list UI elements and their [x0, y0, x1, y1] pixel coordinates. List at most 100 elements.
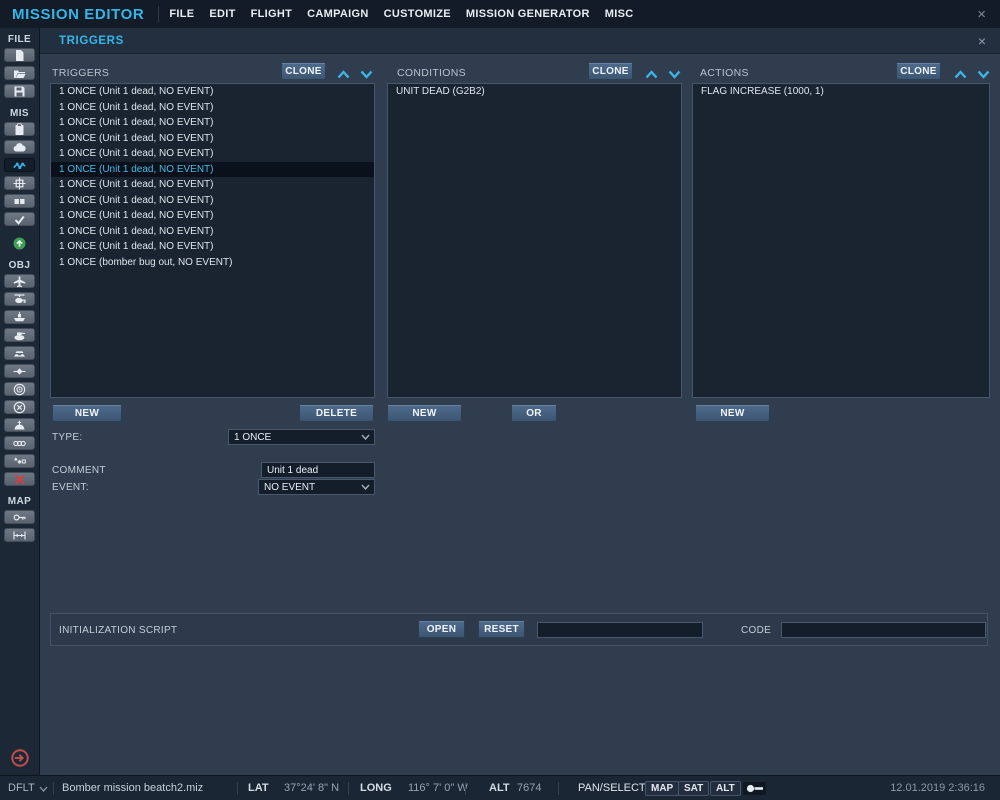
condition-new-button[interactable]: NEW	[387, 405, 462, 422]
list-item[interactable]: 1 ONCE (Unit 1 dead, NO EVENT)	[51, 115, 374, 131]
goals-check-button[interactable]	[4, 212, 35, 226]
triggers-panel-header: TRIGGERS ×	[40, 28, 1000, 54]
initialization-script-strip: INITIALIZATION SCRIPT OPEN RESET CODE	[50, 613, 988, 646]
menu-flight[interactable]: FLIGHT	[251, 8, 293, 20]
panel-close-icon[interactable]: ×	[978, 33, 986, 49]
triggers-move-up-button[interactable]	[336, 67, 351, 78]
profile-select[interactable]: DFLT	[8, 776, 48, 800]
event-select[interactable]: NO EVENT	[258, 479, 375, 495]
weather-button[interactable]	[4, 140, 35, 154]
menu-misc[interactable]: MISC	[605, 8, 634, 20]
briefing-icon	[13, 123, 26, 136]
save-button[interactable]	[4, 84, 35, 98]
list-item[interactable]: 1 ONCE (Unit 1 dead, NO EVENT)	[51, 162, 374, 178]
list-item[interactable]: 1 ONCE (Unit 1 dead, NO EVENT)	[51, 146, 374, 162]
failures-button[interactable]	[4, 194, 35, 208]
menu-edit[interactable]: EDIT	[209, 8, 235, 20]
ship-button[interactable]	[4, 310, 35, 324]
ground-vehicle-button[interactable]	[4, 328, 35, 342]
trigger-new-button[interactable]: NEW	[52, 405, 122, 422]
exit-icon	[11, 754, 29, 771]
statusbar-divider	[465, 782, 466, 795]
sidebar-items: FILEMISOBJMAP	[0, 28, 39, 546]
farp-button[interactable]	[4, 418, 35, 432]
statusbar-divider	[348, 782, 349, 795]
exit-button[interactable]	[11, 749, 29, 767]
weather-icon	[13, 141, 26, 154]
action-new-button[interactable]: NEW	[695, 405, 770, 422]
template-button[interactable]	[4, 364, 35, 378]
chevron-down-icon	[361, 434, 370, 440]
list-item[interactable]: 1 ONCE (Unit 1 dead, NO EVENT)	[51, 84, 374, 100]
erase-button[interactable]	[4, 472, 35, 486]
open-folder-icon	[13, 67, 26, 80]
list-item[interactable]: 1 ONCE (Unit 1 dead, NO EVENT)	[51, 193, 374, 209]
conditions-move-up-button[interactable]	[644, 67, 659, 78]
list-item[interactable]: 1 ONCE (Unit 1 dead, NO EVENT)	[51, 131, 374, 147]
list-item[interactable]: 1 ONCE (Unit 1 dead, NO EVENT)	[51, 239, 374, 255]
list-item[interactable]: 1 ONCE (Unit 1 dead, NO EVENT)	[51, 208, 374, 224]
static-group-button[interactable]	[4, 346, 35, 360]
erase-icon	[13, 473, 26, 486]
airplane-button[interactable]	[4, 274, 35, 288]
new-file-button[interactable]	[4, 48, 35, 62]
list-item[interactable]: 1 ONCE (Unit 1 dead, NO EVENT)	[51, 100, 374, 116]
menu-customize[interactable]: CUSTOMIZE	[384, 8, 451, 20]
new-file-icon	[13, 49, 26, 62]
code-input[interactable]	[781, 622, 986, 638]
trigger-delete-button[interactable]: DELETE	[299, 405, 374, 422]
conditions-move-down-button[interactable]	[667, 67, 682, 78]
actions-column-label: ACTIONS	[700, 67, 749, 79]
init-reset-button[interactable]: RESET	[478, 621, 525, 638]
event-select-value: NO EVENT	[259, 482, 315, 493]
trigger-zone-button[interactable]	[4, 382, 35, 396]
alt-layer-button[interactable]: ALT	[710, 781, 741, 796]
failures-icon	[13, 195, 26, 208]
mission-editor-window: MISSION EDITOR FILEEDITFLIGHTCAMPAIGNCUS…	[0, 0, 1000, 800]
actions-move-up-button[interactable]	[953, 67, 968, 78]
window-close-icon[interactable]: ×	[977, 7, 986, 22]
start-position-button[interactable]	[11, 235, 28, 252]
init-script-label: INITIALIZATION SCRIPT	[59, 625, 177, 636]
statusbar-divider	[237, 782, 238, 795]
pan-select-mode[interactable]: PAN/SELECT	[578, 776, 646, 800]
ruler-button[interactable]	[4, 528, 35, 542]
open-folder-button[interactable]	[4, 66, 35, 80]
init-open-button[interactable]: OPEN	[418, 621, 465, 638]
actions-clone-button[interactable]: CLONE	[896, 63, 941, 80]
list-item[interactable]: 1 ONCE (bomber bug out, NO EVENT)	[51, 255, 374, 271]
list-item[interactable]: FLAG INCREASE (1000, 1)	[693, 84, 989, 100]
actions-list: FLAG INCREASE (1000, 1)	[692, 83, 990, 398]
helicopter-button[interactable]	[4, 292, 35, 306]
triggers-button[interactable]	[4, 158, 35, 172]
shapes-button[interactable]	[4, 454, 35, 468]
init-file-input[interactable]	[537, 622, 703, 638]
triggers-move-down-button[interactable]	[359, 67, 374, 78]
labels-toggle-icon[interactable]	[743, 782, 766, 798]
static-group-icon	[13, 347, 26, 360]
sat-layer-button[interactable]: SAT	[678, 781, 709, 796]
column-button[interactable]	[4, 436, 35, 450]
map-key-button[interactable]	[4, 510, 35, 524]
comment-input[interactable]	[261, 462, 375, 478]
list-item[interactable]: 1 ONCE (Unit 1 dead, NO EVENT)	[51, 177, 374, 193]
briefing-button[interactable]	[4, 122, 35, 136]
type-select[interactable]: 1 ONCE	[228, 429, 375, 445]
ship-icon	[13, 311, 26, 324]
condition-or-button[interactable]: OR	[511, 405, 557, 422]
triggers-clone-button[interactable]: CLONE	[281, 63, 326, 80]
actions-move-down-button[interactable]	[976, 67, 991, 78]
menu-mission-generator[interactable]: MISSION GENERATOR	[466, 8, 590, 20]
profile-value: DFLT	[8, 776, 35, 800]
list-item[interactable]: 1 ONCE (Unit 1 dead, NO EVENT)	[51, 224, 374, 240]
initial-point-button[interactable]	[4, 400, 35, 414]
map-layer-button[interactable]: MAP	[645, 781, 679, 796]
generator-button[interactable]	[4, 176, 35, 190]
farp-icon	[13, 419, 26, 432]
datetime: 12.01.2019 2:36:16	[890, 776, 985, 800]
ground-vehicle-icon	[13, 329, 26, 342]
menu-file[interactable]: FILE	[169, 8, 194, 20]
conditions-clone-button[interactable]: CLONE	[588, 63, 633, 80]
list-item[interactable]: UNIT DEAD (G2B2)	[388, 84, 681, 100]
menu-campaign[interactable]: CAMPAIGN	[307, 8, 368, 20]
